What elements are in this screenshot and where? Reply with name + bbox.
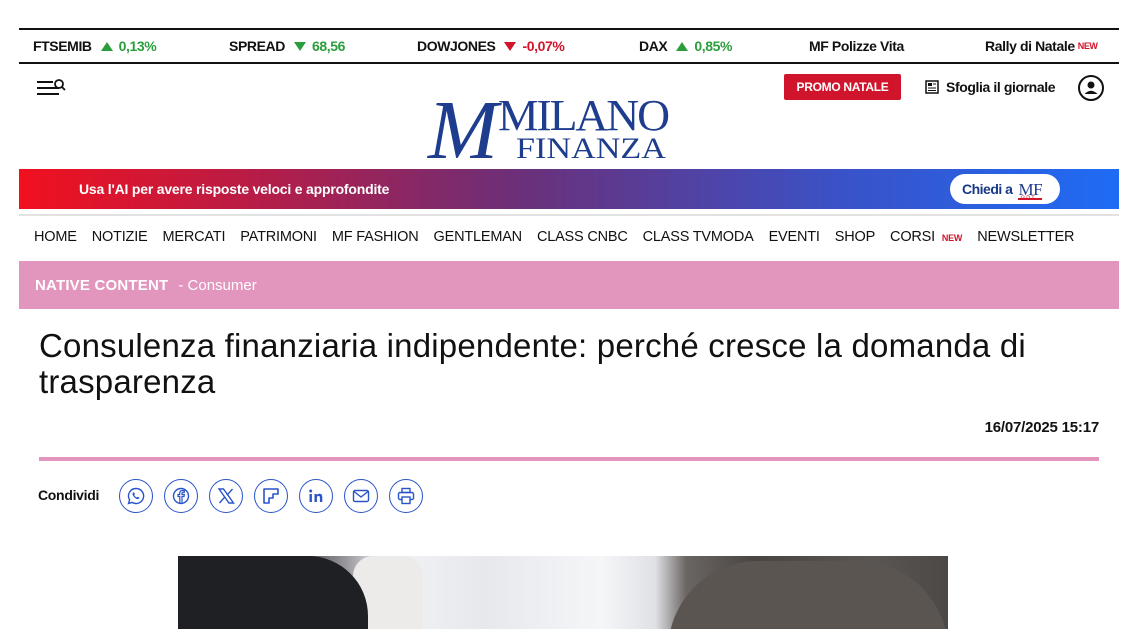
article-photo (178, 556, 948, 629)
logo-line2: FINANZA (516, 132, 666, 164)
nav-eventi[interactable]: EVENTI (769, 229, 820, 245)
photo-head (668, 561, 948, 629)
photo-suit (178, 556, 368, 629)
market-ticker: FTSEMIB 0,13% SPREAD 68,56 DOWJONES -0,0… (19, 28, 1119, 64)
ticker-name: Rally di Natale (985, 38, 1075, 54)
down-arrow-icon (293, 41, 306, 51)
ticker-name: MF Polizze Vita (809, 38, 904, 54)
milano-finanza-logo[interactable]: M MILANO FINANZA (420, 78, 670, 177)
menu-search-icon[interactable] (37, 78, 67, 98)
nav-corsi[interactable]: CORSI NEW (890, 229, 962, 245)
up-arrow-icon (676, 41, 689, 51)
section-bar: NATIVE CONTENT - Consumer (19, 261, 1119, 309)
divider (19, 214, 1119, 216)
x-icon[interactable] (209, 479, 243, 513)
ticker-value: 0,13% (118, 38, 157, 54)
ticker-name: SPREAD (229, 38, 285, 54)
ticker-name: DOWJONES (417, 38, 496, 54)
mfgpt-logo: MF GPT (1018, 179, 1043, 202)
nav-mf-fashion[interactable]: MF FASHION (332, 229, 419, 245)
new-badge: NEW (941, 233, 963, 243)
facebook-icon[interactable] (164, 479, 198, 513)
svg-text:M: M (427, 84, 502, 164)
user-icon[interactable] (1078, 75, 1104, 101)
nav-class-cnbc[interactable]: CLASS CNBC (537, 229, 628, 245)
section-sub[interactable]: - Consumer (178, 277, 256, 294)
sfoglia-label: Sfoglia il giornale (946, 79, 1056, 95)
flipboard-icon[interactable] (254, 479, 288, 513)
article-date: 16/07/2025 15:17 (984, 419, 1100, 436)
ticker-dowjones[interactable]: DOWJONES -0,07% (417, 30, 565, 62)
print-icon[interactable] (389, 479, 423, 513)
nav-gentleman[interactable]: GENTLEMAN (434, 229, 523, 245)
sfoglia-giornale-link[interactable]: Sfoglia il giornale (925, 77, 1055, 97)
ticker-value: 0,85% (694, 38, 733, 54)
nav-corsi-label: CORSI (890, 229, 935, 245)
nav-mercati[interactable]: MERCATI (163, 229, 226, 245)
ticker-name: DAX (639, 38, 668, 54)
new-badge: NEW (1077, 41, 1098, 51)
ticker-ftsemib[interactable]: FTSEMIB 0,13% (33, 30, 157, 62)
nav-notizie[interactable]: NOTIZIE (92, 229, 148, 245)
main-nav: HOME NOTIZIE MERCATI PATRIMONI MF FASHIO… (34, 226, 1089, 248)
ticker-value: 68,56 (311, 38, 345, 54)
promo-natale-button[interactable]: PROMO NATALE (784, 74, 901, 100)
nav-shop[interactable]: SHOP (835, 229, 875, 245)
down-arrow-icon (504, 41, 517, 51)
nav-class-tvmoda[interactable]: CLASS TVMODA (643, 229, 754, 245)
article-title: Consulenza finanziaria indipendente: per… (39, 327, 1026, 400)
chiedi-label: Chiedi a (962, 181, 1013, 197)
nav-newsletter[interactable]: NEWSLETTER (977, 229, 1074, 245)
ticker-name: FTSEMIB (33, 38, 92, 54)
ai-banner-text: Usa l'AI per avere risposte veloci e app… (79, 181, 390, 197)
section-label[interactable]: NATIVE CONTENT (35, 277, 168, 294)
newspaper-icon (925, 80, 939, 94)
divider (39, 457, 1099, 461)
ticker-rally-di-natale[interactable]: Rally di Natale NEW (985, 30, 1098, 62)
linkedin-icon[interactable] (299, 479, 333, 513)
nav-patrimoni[interactable]: PATRIMONI (240, 229, 317, 245)
ai-banner: Usa l'AI per avere risposte veloci e app… (19, 169, 1119, 209)
nav-home[interactable]: HOME (34, 229, 77, 245)
email-icon[interactable] (344, 479, 378, 513)
share-label: Condividi (38, 487, 100, 503)
chiedi-a-mfgpt-button[interactable]: Chiedi a MF GPT (950, 174, 1060, 204)
up-arrow-icon (100, 41, 113, 51)
ticker-value: -0,07% (522, 38, 565, 54)
ticker-spread[interactable]: SPREAD 68,56 (229, 30, 345, 62)
whatsapp-icon[interactable] (119, 479, 153, 513)
ticker-dax[interactable]: DAX 0,85% (639, 30, 732, 62)
ticker-mf-polizze-vita[interactable]: MF Polizze Vita (809, 30, 904, 62)
